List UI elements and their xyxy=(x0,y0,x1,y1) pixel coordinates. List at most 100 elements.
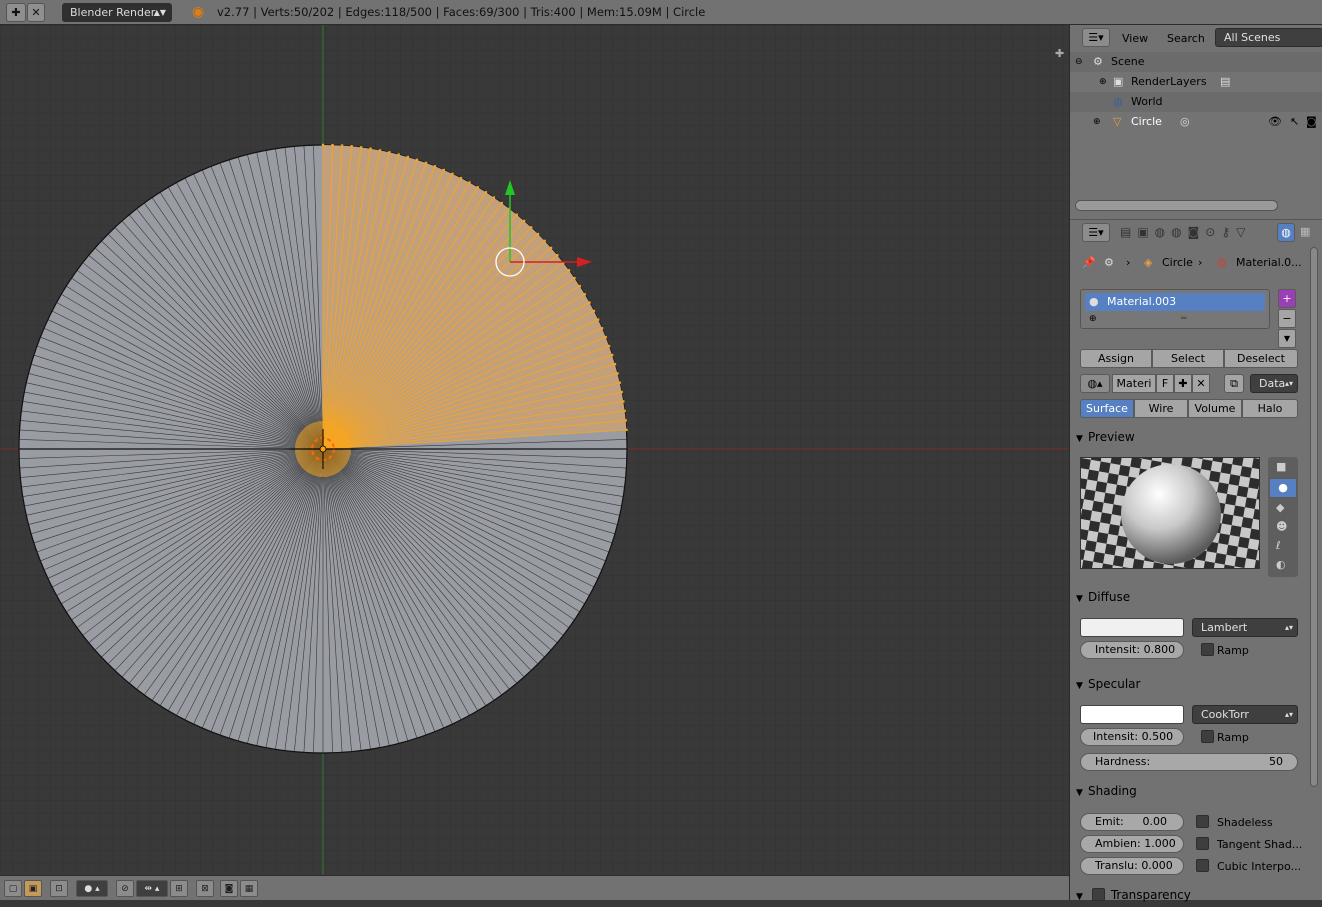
manipulator-icon[interactable]: ⊞ xyxy=(170,880,188,897)
material-slot-list[interactable]: ● Material.003 ⊕ ═ xyxy=(1080,289,1270,329)
expand-toolbar-icon[interactable]: ✚ xyxy=(1055,47,1064,60)
field-value: 0.00 xyxy=(1142,815,1168,828)
3d-viewport[interactable]: ✚ xyxy=(0,25,1069,875)
render-camera-icon[interactable]: ◙ xyxy=(1306,115,1317,129)
specular-intensity-slider[interactable]: Intensit: 0.500 xyxy=(1080,728,1184,746)
preview-type-selector[interactable]: ■ ● ◆ ☻ ℓ ◐ xyxy=(1268,457,1298,577)
flat-preview-icon[interactable]: ■ xyxy=(1276,460,1286,474)
filter-icon[interactable]: ⊕ xyxy=(1089,312,1097,326)
new-material-icon[interactable]: ✚ xyxy=(1174,374,1192,393)
outliner-item-label: RenderLayers xyxy=(1131,75,1207,88)
close-screen-icon[interactable]: ✕ xyxy=(27,3,45,22)
chevron-right-icon: › xyxy=(1198,256,1203,269)
properties-scrollbar[interactable] xyxy=(1310,247,1318,787)
emit-slider[interactable]: Emit: 0.00 xyxy=(1080,813,1184,831)
tab-surface[interactable]: Surface xyxy=(1080,399,1134,418)
expand-icon[interactable]: ⊕ xyxy=(1093,115,1101,129)
outliner-row-world[interactable]: ◍ World xyxy=(1070,92,1322,112)
resize-grip-icon[interactable]: ═ xyxy=(1181,312,1186,326)
diffuse-intensity-slider[interactable]: Intensit: 0.800 xyxy=(1080,641,1184,659)
copy-material-icon[interactable]: ⧉ xyxy=(1224,374,1244,393)
pivot-dropdown[interactable]: ⇹ ▴ xyxy=(136,880,168,897)
transparency-panel-header[interactable]: ▼ Transparency xyxy=(1076,885,1304,905)
specular-shader-dropdown[interactable]: CookTorr ▴▾ xyxy=(1192,705,1298,724)
outliner-search-menu[interactable]: Search xyxy=(1167,32,1205,46)
sphere-preview-icon[interactable]: ● xyxy=(1269,478,1297,498)
viewport-canvas[interactable] xyxy=(0,25,1069,875)
slot-specials-button[interactable]: ▼ xyxy=(1278,329,1296,348)
film-icon[interactable]: ▦ xyxy=(240,880,258,897)
add-material-slot-button[interactable]: + xyxy=(1278,289,1296,308)
renderlayers-icon: ▣ xyxy=(1113,75,1124,88)
outliner-row-circle[interactable]: ⊕ ▽ Circle ◎ 👁 ↖ ◙ xyxy=(1070,112,1322,132)
outliner-scrollbar[interactable] xyxy=(1075,200,1278,211)
cube-preview-icon[interactable]: ◆ xyxy=(1276,501,1284,515)
right-panel: ☰▾ View Search All Scenes ⊖ ⚙ Scene ⊕ ▣ … xyxy=(1069,25,1322,902)
material-slot-row[interactable]: ● Material.003 xyxy=(1085,293,1265,311)
hair-preview-icon[interactable]: ℓ xyxy=(1276,539,1281,553)
panel-title: Preview xyxy=(1088,430,1135,444)
render-region-icon[interactable]: ⊡ xyxy=(50,880,68,897)
outliner-row-scene[interactable]: ⊖ ⚙ Scene xyxy=(1070,52,1322,72)
sky-preview-icon[interactable]: ◐ xyxy=(1276,558,1286,572)
outliner-tree: ⊖ ⚙ Scene ⊕ ▣ RenderLayers ▤ ◍ World ⊕ ▽… xyxy=(1070,51,1322,219)
render-engine-dropdown[interactable]: Blender Render ▲▼ xyxy=(62,3,172,22)
properties-editor-type-icon[interactable]: ☰▾ xyxy=(1082,223,1110,242)
editor-type-icon[interactable]: ☰▾ xyxy=(1082,28,1110,47)
visibility-eye-icon[interactable]: 👁 xyxy=(1268,115,1282,129)
fake-user-button[interactable]: F xyxy=(1156,374,1174,393)
link-dropdown-label: Data xyxy=(1259,377,1286,390)
hardness-slider[interactable]: Hardness: 50 xyxy=(1080,753,1298,771)
unlink-material-icon[interactable]: ✕ xyxy=(1192,374,1210,393)
view-cube-icon[interactable]: ▢ xyxy=(4,880,22,897)
layers-icon[interactable]: ⊠ xyxy=(196,880,214,897)
ambient-slider[interactable]: Ambien: 1.000 xyxy=(1080,835,1184,853)
specular-panel-header[interactable]: ▼ Specular xyxy=(1076,674,1304,694)
shadeless-checkbox[interactable] xyxy=(1196,815,1209,828)
scene-icon: ⚙ xyxy=(1093,55,1103,68)
field-value: 1.000 xyxy=(1144,837,1176,850)
monkey-preview-icon[interactable]: ☻ xyxy=(1276,520,1287,534)
cubic-interpolation-checkbox[interactable] xyxy=(1196,859,1209,872)
diffuse-panel-header[interactable]: ▼ Diffuse xyxy=(1076,587,1304,607)
specular-color-swatch[interactable] xyxy=(1080,705,1184,724)
assign-button[interactable]: Assign xyxy=(1080,349,1152,368)
viewport-shading-dropdown[interactable]: ● ▴ xyxy=(76,880,108,897)
select-button[interactable]: Select xyxy=(1152,349,1224,368)
deselect-button[interactable]: Deselect xyxy=(1224,349,1298,368)
tangent-shading-checkbox[interactable] xyxy=(1196,837,1209,850)
remove-material-slot-button[interactable]: − xyxy=(1278,309,1296,328)
camera-render-icon[interactable]: ◙ xyxy=(220,880,238,897)
selectable-cursor-icon[interactable]: ↖ xyxy=(1290,115,1299,129)
material-tab-icon[interactable]: ◍ xyxy=(1277,223,1295,242)
object-mode-icon[interactable]: ▣ xyxy=(24,880,42,897)
cubic-interpolation-label: Cubic Interpo... xyxy=(1217,860,1302,873)
tab-wire[interactable]: Wire xyxy=(1134,399,1188,418)
material-name-field[interactable]: Materi xyxy=(1112,374,1156,393)
specular-ramp-checkbox[interactable] xyxy=(1201,730,1214,743)
link-dropdown[interactable]: Data ▴▾ xyxy=(1250,374,1298,393)
translucency-slider[interactable]: Translu: 0.000 xyxy=(1080,857,1184,875)
outliner-row-renderlayers[interactable]: ⊕ ▣ RenderLayers ▤ xyxy=(1070,72,1322,92)
snap-icon[interactable]: ⊘ xyxy=(116,880,134,897)
preview-panel-header[interactable]: ▼ Preview xyxy=(1076,427,1304,447)
properties-context-tabs[interactable]: ▤▣◍◍◙⊙⚷▽ xyxy=(1120,225,1251,239)
diffuse-ramp-checkbox[interactable] xyxy=(1201,643,1214,656)
shading-panel-header[interactable]: ▼ Shading xyxy=(1076,781,1304,801)
outliner-display-mode-dropdown[interactable]: All Scenes xyxy=(1215,28,1322,47)
collapse-icon[interactable]: ⊖ xyxy=(1075,55,1083,69)
transparency-checkbox[interactable] xyxy=(1091,888,1105,901)
field-label: Hardness: xyxy=(1095,755,1151,768)
tab-halo[interactable]: Halo xyxy=(1242,399,1298,418)
shadeless-label: Shadeless xyxy=(1217,816,1273,829)
mesh-object-icon: ▽ xyxy=(1113,115,1122,128)
pin-icon[interactable]: 📌 xyxy=(1082,256,1096,270)
browse-material-icon[interactable]: ◍▴ xyxy=(1080,374,1110,393)
tab-volume[interactable]: Volume xyxy=(1188,399,1242,418)
texture-tab-icon[interactable]: ▦ xyxy=(1300,225,1310,239)
add-screen-icon[interactable]: ✚ xyxy=(6,3,26,22)
expand-icon[interactable]: ⊕ xyxy=(1099,75,1107,89)
outliner-view-menu[interactable]: View xyxy=(1122,32,1148,46)
diffuse-shader-dropdown[interactable]: Lambert ▴▾ xyxy=(1192,618,1298,637)
diffuse-color-swatch[interactable] xyxy=(1080,618,1184,637)
